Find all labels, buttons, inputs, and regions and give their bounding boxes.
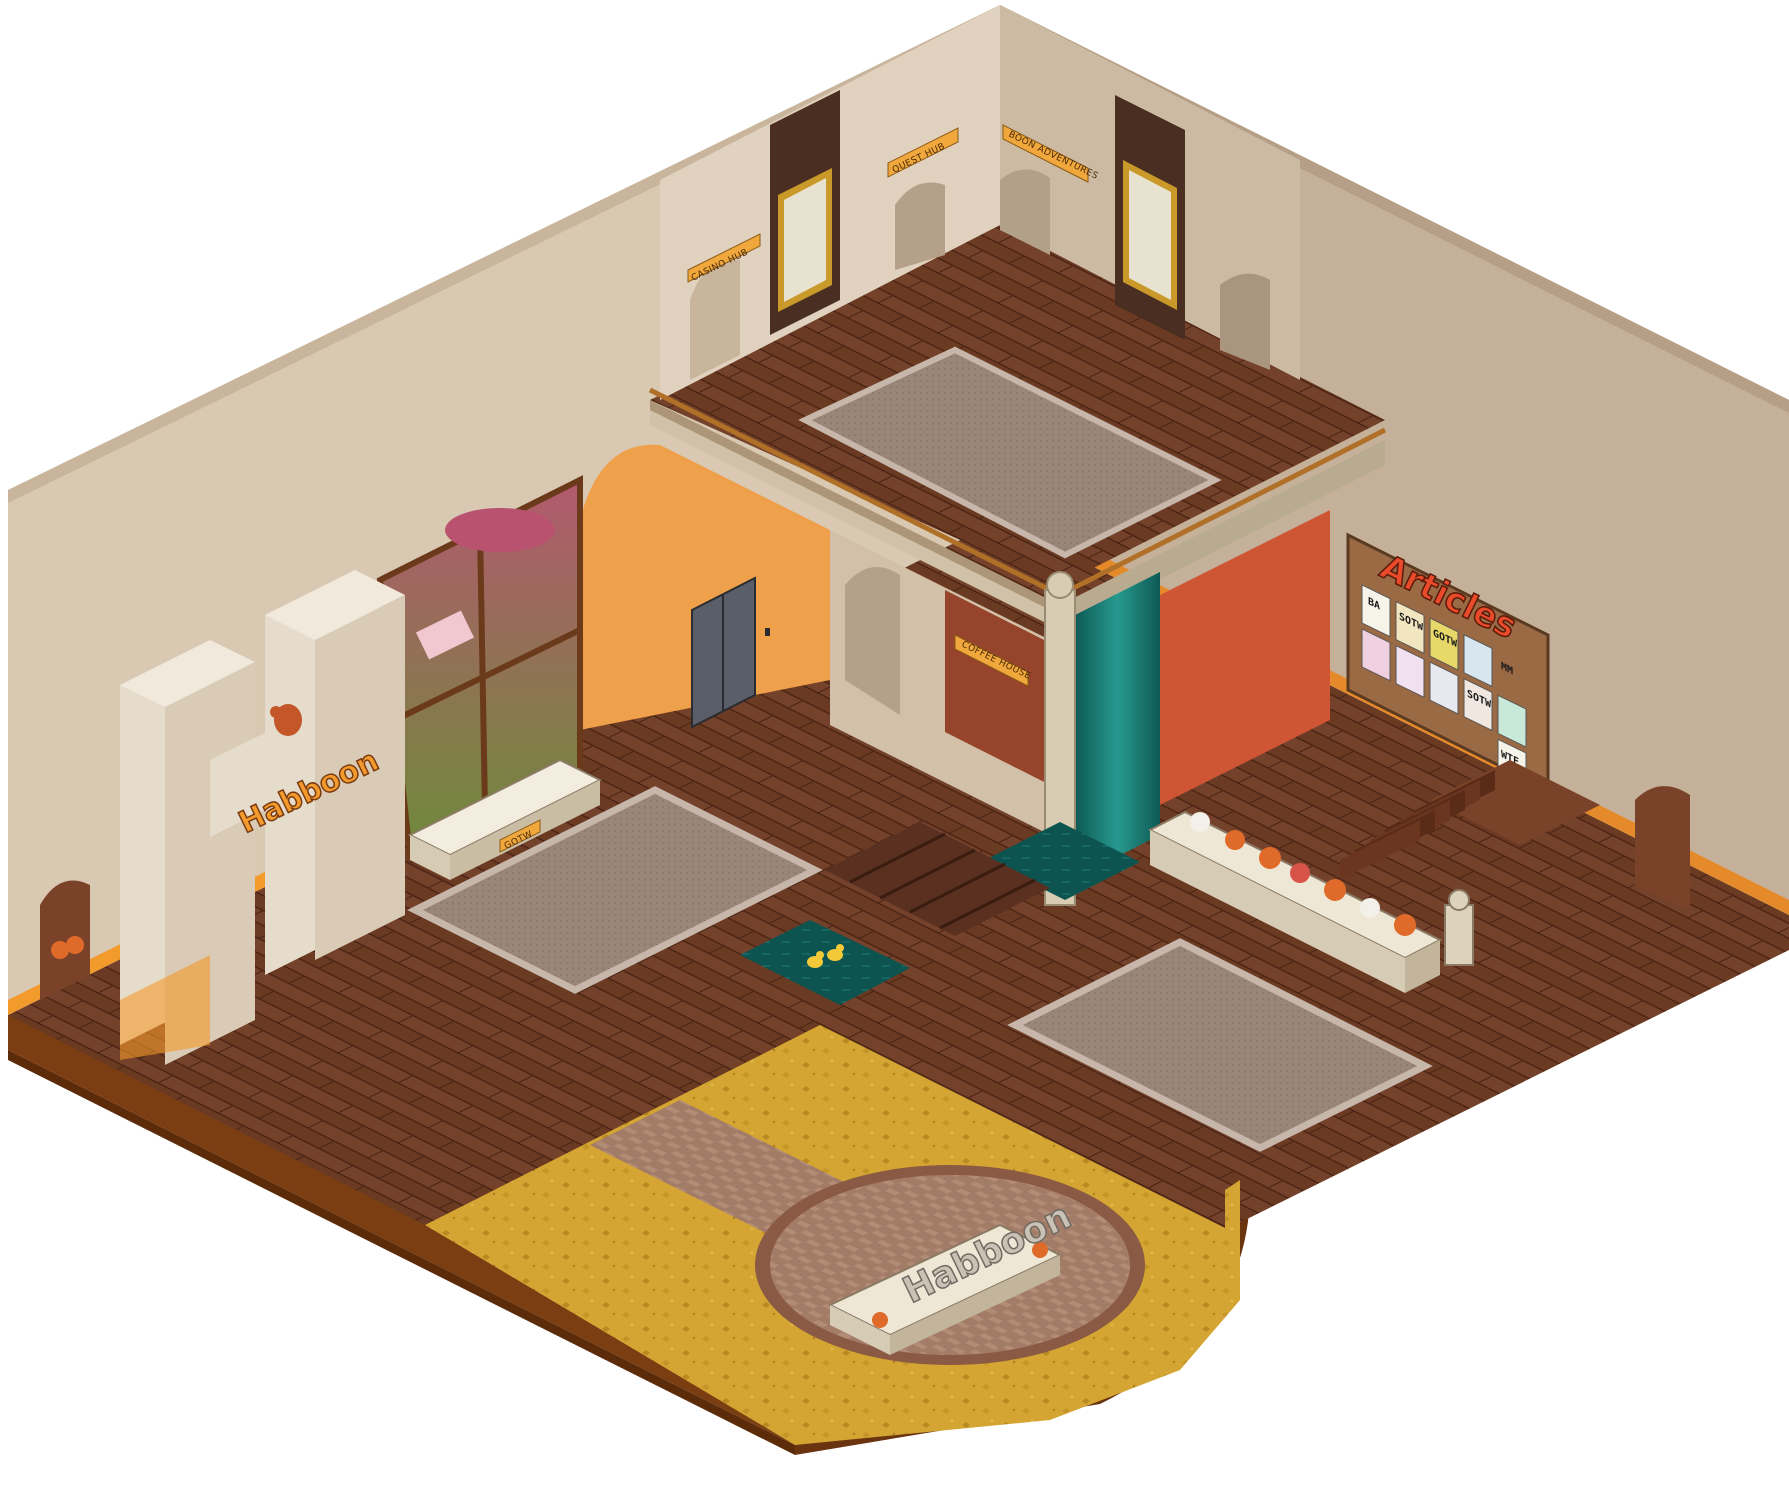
portrait-banner-right xyxy=(1115,95,1185,340)
portrait-banner-left xyxy=(770,90,840,335)
room-scene: Habboon CASINO HUB QUEST HUB BOON ADVENT… xyxy=(8,5,1789,1455)
waterfall-icon xyxy=(1075,572,1160,878)
pumpkin-icon xyxy=(872,1312,888,1328)
pumpkin-icon xyxy=(1225,830,1245,850)
